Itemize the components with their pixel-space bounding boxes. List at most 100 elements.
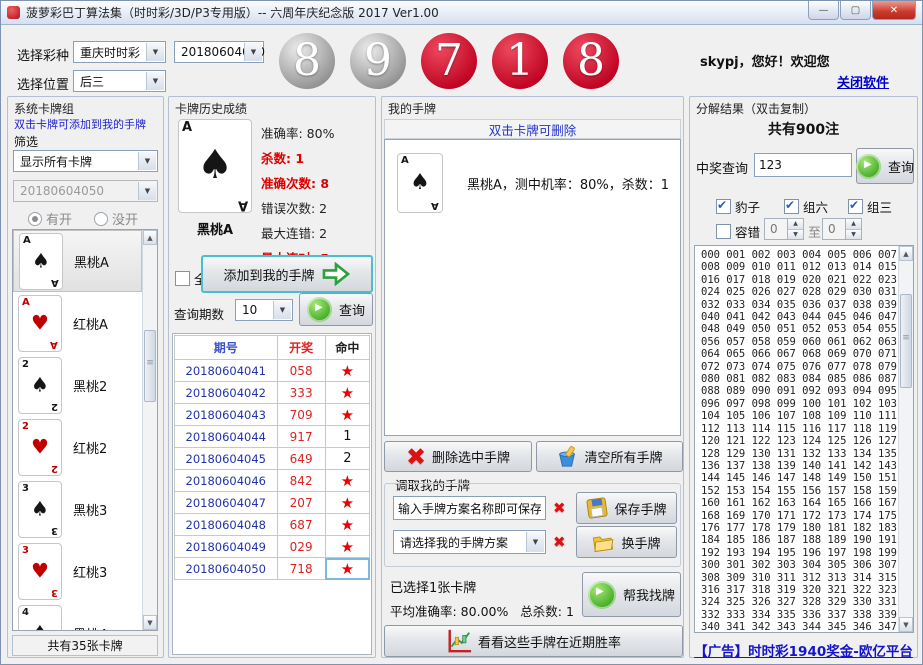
issue-select[interactable]: 20180604050 ▼: [174, 41, 264, 63]
spinner-up-icon[interactable]: ▲: [788, 219, 803, 230]
prize-query-button[interactable]: 查询: [856, 148, 914, 184]
add-to-hand-button[interactable]: 添加到我的手牌: [201, 255, 373, 293]
spade-icon: ♠: [398, 170, 442, 195]
tolerance-to-spinner[interactable]: 0 ▲▼: [822, 218, 862, 240]
scroll-down-icon[interactable]: ▼: [899, 617, 913, 632]
play-icon: [856, 154, 881, 179]
lottery-ball: 8: [563, 33, 619, 89]
trash-icon: [556, 446, 578, 468]
star-icon: ★: [341, 472, 354, 490]
prize-query-input[interactable]: [754, 153, 852, 177]
ad-link[interactable]: 【广告】时时彩1940奖金-欧亿平台: [690, 640, 917, 660]
position-select[interactable]: 后三 ▼: [73, 70, 166, 92]
card-list-item[interactable]: A ♥ A 红桃A: [13, 292, 142, 354]
save-hand-button[interactable]: 保存手牌: [576, 492, 677, 524]
card-count-status: 共有35张卡牌: [12, 635, 158, 656]
baozi-checkbox[interactable]: 豹子: [716, 197, 760, 216]
retrieve-group: ✖ 保存手牌 请选择我的手牌方案 ▼ ✖ 换手牌: [384, 483, 681, 567]
scrollbar-thumb[interactable]: [900, 294, 912, 388]
chevron-down-icon: ▼: [244, 43, 262, 61]
panel-title: 我的手牌: [388, 100, 436, 117]
table-row[interactable]: 20180604046 842 ★: [175, 470, 370, 492]
lottery-ball: 7: [421, 33, 477, 89]
folder-icon: [592, 531, 615, 553]
card-list-scrollbar[interactable]: ▲ ▼: [142, 230, 157, 630]
history-table: 期号 开奖 命中 20180604041 058 ★ 20180604042 3…: [174, 335, 370, 580]
checkbox-icon: [848, 199, 863, 214]
radio-no-draw[interactable]: 没开: [94, 209, 138, 228]
radio-has-draw[interactable]: 有开: [28, 209, 72, 228]
clear-all-button[interactable]: 清空所有手牌: [536, 441, 683, 472]
card-list: A ♠ A 黑桃A A ♥ A 红桃A 2 ♠ 2: [12, 229, 158, 631]
total-count-text: 共有900注: [690, 119, 917, 139]
find-cards-button[interactable]: 帮我找牌: [582, 572, 681, 617]
average-accuracy-text: 平均准确率: 80.00% 总杀数: 1: [390, 601, 574, 620]
card-list-item[interactable]: A ♠ A 黑桃A: [13, 230, 142, 292]
clear-select-icon[interactable]: ✖: [553, 533, 566, 551]
lottery-type-select[interactable]: 重庆时时彩 ▼: [73, 41, 166, 63]
table-row[interactable]: 20180604045 649 2: [175, 448, 370, 470]
scroll-up-icon[interactable]: ▲: [899, 246, 913, 261]
panel-title: 卡牌历史成绩: [175, 100, 247, 117]
history-card: A ♠ A: [178, 119, 252, 213]
table-row[interactable]: 20180604047 207 ★: [175, 492, 370, 514]
card-list-item[interactable]: 3 ♠ 3 黑桃3: [13, 478, 142, 540]
scroll-up-icon[interactable]: ▲: [143, 230, 157, 245]
playing-card: A ♠ A: [397, 153, 443, 213]
app-window: 菠萝彩巴丁算法集（时时彩/3D/P3专用版）-- 六周年庆纪念版 2017 Ve…: [0, 0, 923, 665]
plan-name-input[interactable]: [393, 496, 546, 520]
card-list-item[interactable]: 2 ♥ 2 红桃2: [13, 416, 142, 478]
zusan-checkbox[interactable]: 组三: [848, 197, 892, 216]
hand-card-entry[interactable]: A ♠ A 黑桃A，测中机率：80%，杀数：1: [385, 140, 680, 213]
recent-winrate-button[interactable]: 看看这些手牌在近期胜率: [384, 625, 683, 657]
table-row[interactable]: 20180604041 058 ★: [175, 360, 370, 382]
card-list-item[interactable]: 3 ♥ 3 红桃3: [13, 540, 142, 602]
delete-selected-button[interactable]: ✖ 删除选中手牌: [384, 441, 532, 472]
spinner-down-icon[interactable]: ▼: [788, 230, 803, 240]
scrollbar-thumb[interactable]: [144, 330, 156, 402]
table-row[interactable]: 20180604043 709 ★: [175, 404, 370, 426]
scroll-down-icon[interactable]: ▼: [143, 615, 157, 630]
plan-select[interactable]: 请选择我的手牌方案 ▼: [393, 530, 546, 554]
card-name: 黑桃2: [73, 376, 107, 395]
filter-label: 筛选: [14, 133, 38, 150]
card-list-item[interactable]: 2 ♠ 2 黑桃2: [13, 354, 142, 416]
minimize-button[interactable]: —: [808, 1, 839, 20]
tolerance-from-spinner[interactable]: 0 ▲▼: [764, 218, 804, 240]
heart-icon: ♥: [19, 311, 61, 335]
clear-input-icon[interactable]: ✖: [553, 499, 566, 517]
history-query-button[interactable]: 查询: [299, 293, 373, 326]
play-icon: [588, 581, 616, 609]
table-row[interactable]: 20180604050 718 ★: [175, 558, 370, 580]
zuliu-checkbox[interactable]: 组六: [784, 197, 828, 216]
rongcuo-checkbox[interactable]: 容错: [716, 222, 760, 241]
close-software-link[interactable]: 关闭软件: [837, 72, 889, 91]
hit-count: 2: [343, 451, 351, 466]
chevron-down-icon: ▼: [146, 72, 164, 90]
query-period-select[interactable]: 10 ▼: [235, 299, 293, 321]
close-button[interactable]: ✕: [872, 1, 916, 20]
card-name: 红桃2: [73, 438, 107, 457]
spinner-up-icon[interactable]: ▲: [846, 219, 861, 230]
floppy-disk-icon: [586, 497, 608, 519]
chevron-down-icon: ▼: [146, 43, 164, 61]
table-row[interactable]: 20180604044 917 1: [175, 426, 370, 448]
star-icon: ★: [341, 560, 354, 578]
star-icon: ★: [341, 362, 354, 380]
show-all-cards-select[interactable]: 显示所有卡牌 ▼: [13, 150, 158, 172]
spinner-down-icon[interactable]: ▼: [846, 230, 861, 240]
playing-card: 2 ♥ 2: [18, 419, 62, 476]
results-numbers-area[interactable]: 000 001 002 003 004 005 006 007 008 009 …: [701, 249, 897, 633]
table-row[interactable]: 20180604048 687 ★: [175, 514, 370, 536]
user-greeting: skypj，您好！欢迎您: [700, 51, 830, 70]
maximize-button[interactable]: ▢: [840, 1, 871, 20]
table-row[interactable]: 20180604049 029 ★: [175, 536, 370, 558]
card-list-item[interactable]: 4 ♠ 4 黑桃4: [13, 602, 142, 631]
issue-filter-select[interactable]: 20180604050 ▼: [13, 180, 158, 202]
card-name: 黑桃3: [73, 500, 107, 519]
table-row[interactable]: 20180604042 333 ★: [175, 382, 370, 404]
results-scrollbar[interactable]: ▲ ▼: [898, 246, 913, 632]
red-x-icon: ✖: [406, 443, 426, 471]
table-header-row: 期号 开奖 命中: [175, 336, 370, 360]
switch-hand-button[interactable]: 换手牌: [576, 526, 677, 558]
